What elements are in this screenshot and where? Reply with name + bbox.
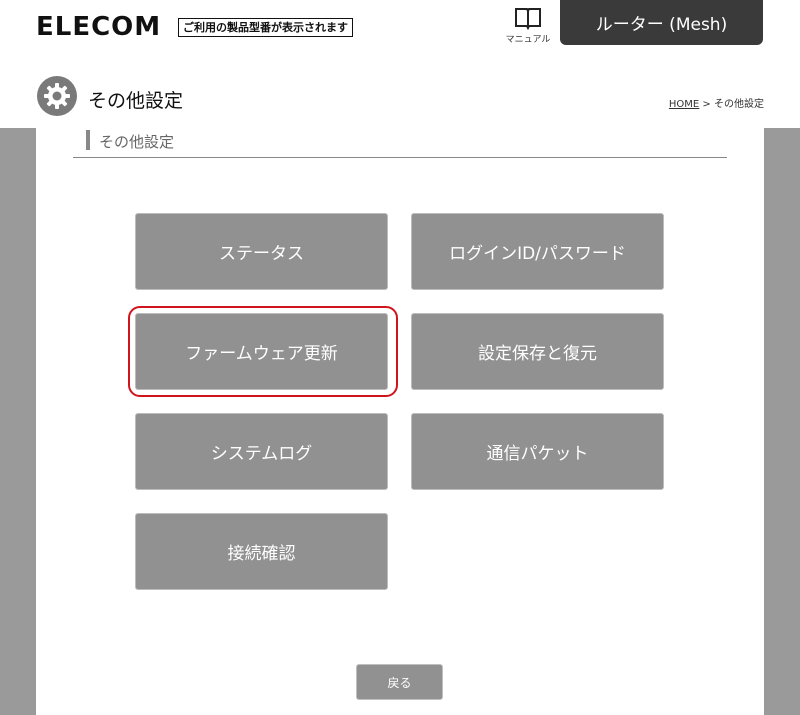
book-icon [505, 6, 551, 30]
breadcrumb-separator: > [699, 99, 714, 110]
router-mode-tab[interactable]: ルーター (Mesh) [560, 0, 763, 45]
left-side-panel [0, 128, 36, 715]
login-password-button[interactable]: ログインID/パスワード [411, 213, 664, 290]
status-button[interactable]: ステータス [135, 213, 388, 290]
breadcrumb-home-link[interactable]: HOME [669, 99, 699, 110]
right-side-panel [764, 128, 800, 715]
back-button[interactable]: 戻る [356, 664, 443, 700]
section-heading: その他設定 [73, 128, 727, 158]
gear-icon [37, 76, 77, 116]
breadcrumb: HOME > その他設定 [669, 95, 764, 110]
model-tagline: ご利用の製品型番が表示されます [178, 18, 353, 37]
elecom-logo: ELECOM [36, 12, 162, 42]
firmware-update-button[interactable]: ファームウェア更新 [135, 313, 388, 390]
section-heading-bar [86, 130, 90, 150]
connection-check-button[interactable]: 接続確認 [135, 513, 388, 590]
manual-label: マニュアル [505, 35, 551, 45]
settings-save-restore-button[interactable]: 設定保存と復元 [411, 313, 664, 390]
manual-link[interactable]: マニュアル [505, 6, 551, 45]
breadcrumb-current: その他設定 [714, 99, 764, 110]
page-title: その他設定 [88, 90, 184, 112]
system-log-button[interactable]: システムログ [135, 413, 388, 490]
packets-button[interactable]: 通信パケット [411, 413, 664, 490]
section-heading-text: その他設定 [99, 133, 175, 151]
